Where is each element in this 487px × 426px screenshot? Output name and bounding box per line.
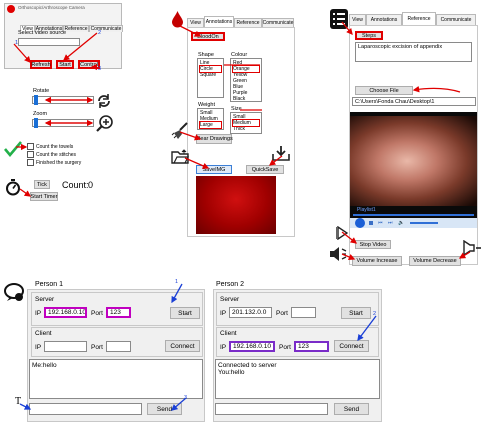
annotation-arrows: [13, 21, 471, 411]
